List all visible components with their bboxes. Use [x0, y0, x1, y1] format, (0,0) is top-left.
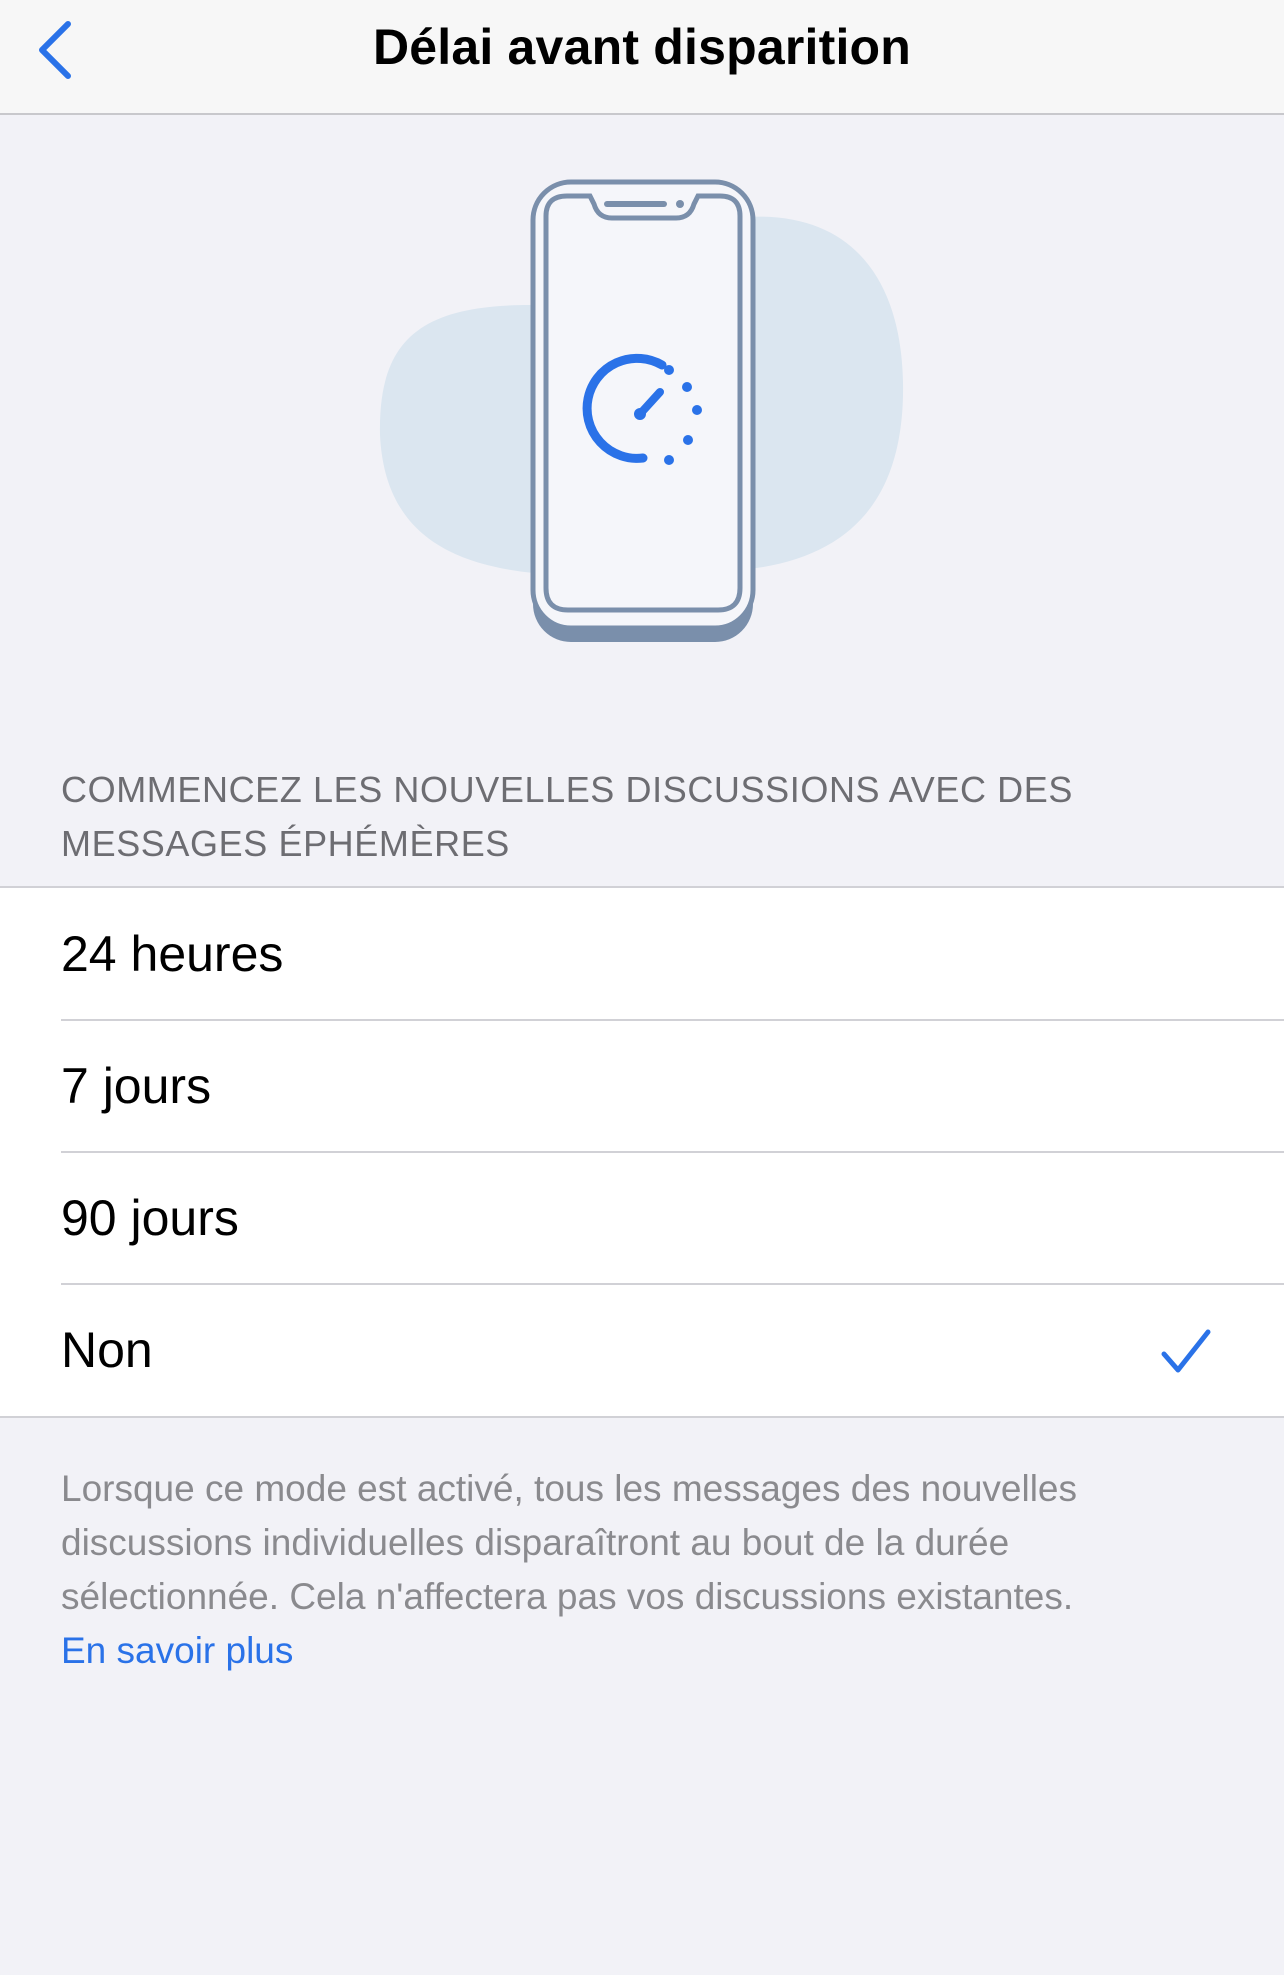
option-label: 7 jours — [61, 1058, 212, 1114]
option-label: Non — [61, 1322, 153, 1378]
checkmark-icon — [1161, 1329, 1211, 1373]
footer-description: Lorsque ce mode est activé, tous les mes… — [61, 1462, 1231, 1678]
section-header: COMMENCEZ LES NOUVELLES DISCUSSIONS AVEC… — [61, 769, 1073, 864]
learn-more-link[interactable]: En savoir plus — [61, 1624, 1231, 1678]
duration-options-list: 24 heures 7 jours 90 jours Non — [0, 886, 1284, 1418]
option-label: 24 heures — [61, 926, 284, 982]
option-90-jours[interactable]: 90 jours — [0, 1151, 1284, 1284]
phone-timer-icon — [379, 179, 904, 642]
page-title: Délai avant disparition — [372, 19, 912, 75]
navigation-bar: Délai avant disparition — [0, 0, 1284, 115]
description-text: Lorsque ce mode est activé, tous les mes… — [61, 1468, 1078, 1617]
option-24-heures[interactable]: 24 heures — [0, 888, 1284, 1020]
illustration — [0, 170, 1284, 650]
option-7-jours[interactable]: 7 jours — [0, 1019, 1284, 1152]
option-non[interactable]: Non — [0, 1283, 1284, 1416]
option-label: 90 jours — [61, 1190, 239, 1246]
